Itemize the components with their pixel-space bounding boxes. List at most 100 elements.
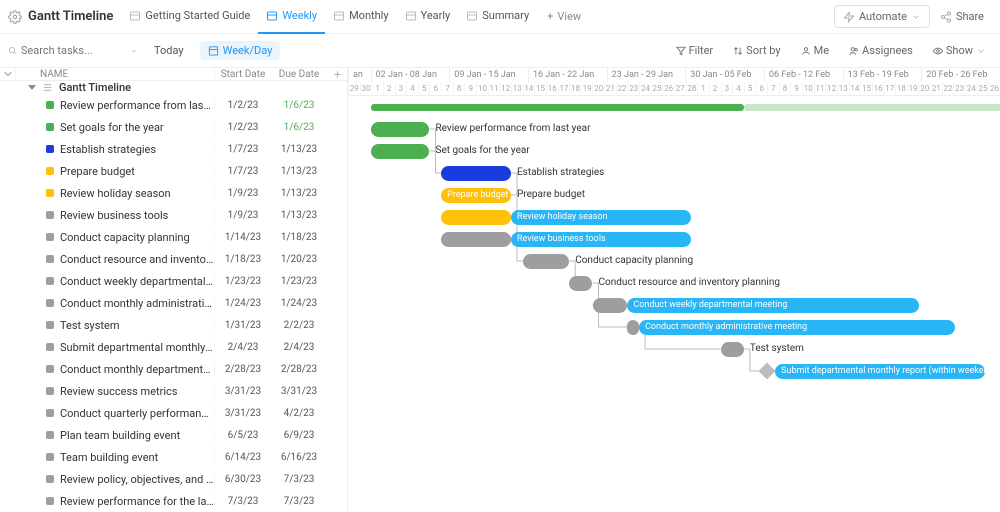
gantt-bar[interactable]: Prepare budget [441, 188, 511, 203]
day-header: 22 [942, 82, 954, 95]
filter-icon [676, 46, 686, 56]
gantt-bar[interactable] [371, 122, 429, 137]
me-button[interactable]: Me [795, 44, 835, 57]
task-row[interactable]: Review policy, objectives, and busi...6/… [0, 468, 347, 490]
task-row[interactable]: Prepare budget1/7/231/13/23 [0, 160, 347, 182]
day-header: 12 [825, 82, 837, 95]
list-icon [42, 82, 53, 93]
task-row[interactable]: Team building event6/14/236/16/23 [0, 446, 347, 468]
column-due[interactable]: Due Date [271, 68, 327, 80]
task-row[interactable]: Review success metrics3/31/233/31/23 [0, 380, 347, 402]
share-button[interactable]: Share [932, 6, 992, 27]
gantt-bar-extension[interactable]: Review business tools [511, 232, 691, 247]
gantt-bar-label: Establish strategies [517, 167, 604, 178]
gantt-bar[interactable] [441, 166, 511, 181]
column-start[interactable]: Start Date [215, 68, 271, 80]
day-header: 21 [604, 82, 616, 95]
tab-monthly[interactable]: Monthly [325, 0, 397, 34]
task-due: 1/13/23 [271, 188, 327, 199]
day-header: 17 [883, 82, 895, 95]
task-row[interactable]: Review business tools1/9/231/13/23 [0, 204, 347, 226]
status-dot [46, 453, 54, 461]
task-due: 1/18/23 [271, 232, 327, 243]
day-header: 29 [348, 82, 360, 95]
add-column-button[interactable] [327, 68, 347, 80]
day-header: 14 [849, 82, 861, 95]
task-row[interactable]: Conduct resource and inventory pl...1/18… [0, 248, 347, 270]
day-header: 12 [499, 82, 511, 95]
gantt-bar[interactable] [721, 342, 744, 357]
milestone[interactable] [759, 362, 776, 379]
task-row[interactable]: Conduct monthly administrative m...1/24/… [0, 292, 347, 314]
automate-button[interactable]: Automate [834, 5, 930, 28]
task-row[interactable]: Plan team building event6/5/236/9/23 [0, 424, 347, 446]
gantt-bar[interactable] [371, 144, 429, 159]
user-icon [801, 46, 811, 56]
gantt-bar-extension[interactable]: Review holiday season [511, 210, 691, 225]
task-row[interactable]: Submit departmental monthly re...2/4/232… [0, 336, 347, 358]
search-input-wrap[interactable] [8, 44, 138, 57]
task-start: 7/3/23 [215, 496, 271, 507]
tab-summary[interactable]: Summary [458, 0, 537, 34]
week-header: 23 Jan - 29 Jan [607, 68, 686, 82]
summary-bar [371, 104, 744, 111]
gantt-bar-extension[interactable]: Conduct weekly departmental meeting [627, 298, 919, 313]
task-due: 1/6/23 [271, 122, 327, 133]
task-due: 1/6/23 [271, 100, 327, 111]
task-row[interactable]: Conduct quarterly performance m...3/31/2… [0, 402, 347, 424]
gantt-bar[interactable] [523, 254, 570, 269]
tab-yearly[interactable]: Yearly [397, 0, 459, 34]
gantt-bar[interactable]: Submit departmental monthly report (with… [775, 364, 985, 379]
chevron-down-icon [911, 12, 921, 22]
day-header: 25 [977, 82, 989, 95]
day-header: 26 [988, 82, 1000, 95]
gantt-bar[interactable] [441, 232, 511, 247]
expand-all-icon[interactable] [0, 68, 16, 80]
tab-getting-started-guide[interactable]: Getting Started Guide [121, 0, 258, 34]
gantt-bar[interactable] [593, 298, 628, 313]
day-header: 2 [709, 82, 721, 95]
today-button[interactable]: Today [146, 41, 192, 60]
gantt-bar[interactable] [569, 276, 592, 291]
gantt-bar[interactable] [441, 210, 511, 225]
task-row[interactable]: Conduct weekly departmental me...1/23/23… [0, 270, 347, 292]
task-row[interactable]: Establish strategies1/7/231/13/23 [0, 138, 347, 160]
group-row[interactable]: Gantt Timeline [0, 81, 347, 94]
sort-button[interactable]: Sort by [727, 44, 786, 57]
task-start: 3/31/23 [215, 408, 271, 419]
week-day-button[interactable]: Week/Day [200, 41, 281, 60]
column-name[interactable]: NAME [16, 68, 215, 80]
task-name: Plan team building event [60, 429, 180, 442]
task-row[interactable]: Test system1/31/232/2/23 [0, 314, 347, 336]
task-row[interactable]: Conduct monthly departmental m...2/28/23… [0, 358, 347, 380]
gantt-bar[interactable] [627, 320, 639, 335]
task-row[interactable]: Review performance from last year1/2/231… [0, 94, 347, 116]
task-row[interactable]: Set goals for the year1/2/231/6/23 [0, 116, 347, 138]
task-start: 2/28/23 [215, 364, 271, 375]
view-icon [129, 10, 141, 22]
show-button[interactable]: Show [927, 44, 992, 57]
day-header: 17 [558, 82, 570, 95]
task-row[interactable]: Conduct capacity planning1/14/231/18/23 [0, 226, 347, 248]
status-dot [46, 299, 54, 307]
day-header: 11 [814, 82, 826, 95]
day-header: 2 [383, 82, 395, 95]
filter-button[interactable]: Filter [670, 44, 720, 57]
add-view-button[interactable]: + View [539, 10, 589, 23]
task-row[interactable]: Review holiday season1/9/231/13/23 [0, 182, 347, 204]
task-due: 1/13/23 [271, 166, 327, 177]
assignees-button[interactable]: Assignees [843, 44, 919, 57]
task-row[interactable]: Review performance for the last 6 ...7/3… [0, 490, 347, 512]
tab-weekly[interactable]: Weekly [258, 0, 325, 34]
day-header: 28 [686, 82, 698, 95]
view-icon [466, 10, 478, 22]
chevron-down-icon [976, 46, 986, 56]
task-due: 1/13/23 [271, 144, 327, 155]
search-input[interactable] [21, 44, 126, 57]
chevron-down-icon[interactable] [130, 46, 138, 56]
gantt-bar-extension[interactable]: Conduct monthly administrative meeting [639, 320, 955, 335]
gantt-bar-label: Conduct capacity planning [575, 255, 693, 266]
task-due: 2/4/23 [271, 342, 327, 353]
status-dot [46, 365, 54, 373]
task-name: Review holiday season [60, 187, 171, 200]
